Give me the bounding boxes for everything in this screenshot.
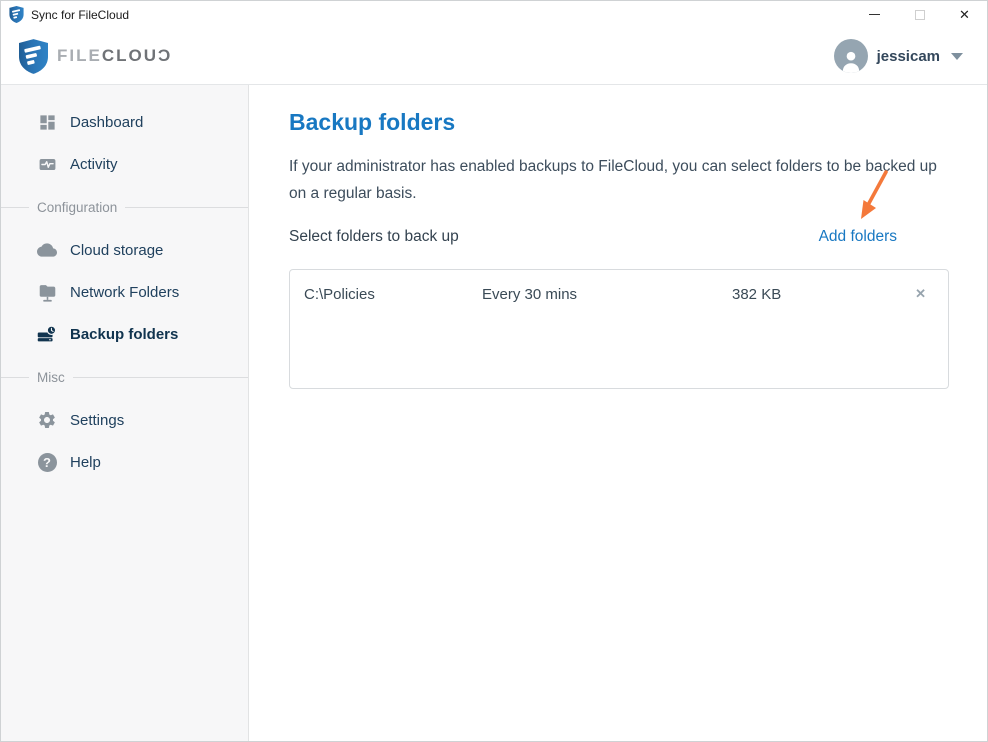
user-name: jessicam xyxy=(877,48,940,65)
chevron-down-icon xyxy=(951,53,963,60)
remove-backup-button[interactable]: ✕ xyxy=(913,284,934,304)
help-icon: ? xyxy=(37,452,57,472)
sidebar-item-label: Dashboard xyxy=(70,114,143,131)
sidebar-item-network-folders[interactable]: Network Folders xyxy=(1,271,248,313)
minimize-button[interactable] xyxy=(852,1,897,28)
sidebar-item-help[interactable]: ? Help xyxy=(1,441,248,483)
sidebar-item-label: Settings xyxy=(70,412,124,429)
sidebar-item-dashboard[interactable]: Dashboard xyxy=(1,101,248,143)
select-folders-label: Select folders to back up xyxy=(289,228,459,246)
page-description: If your administrator has enabled backup… xyxy=(289,153,949,207)
sidebar-item-settings[interactable]: Settings xyxy=(1,399,248,441)
sidebar-item-label: Backup folders xyxy=(70,326,178,343)
page-title: Backup folders xyxy=(289,109,949,136)
sidebar-item-label: Cloud storage xyxy=(70,242,163,259)
backup-row: C:\Policies Every 30 mins 382 KB ✕ xyxy=(290,270,948,304)
sidebar-item-label: Help xyxy=(70,454,101,471)
add-folders-link[interactable]: Add folders xyxy=(819,228,897,246)
person-icon xyxy=(838,47,864,73)
maximize-icon xyxy=(915,10,925,20)
title-bar: Sync for FileCloud ✕ xyxy=(1,1,987,28)
backup-frequency: Every 30 mins xyxy=(482,286,732,303)
close-button[interactable]: ✕ xyxy=(942,1,987,28)
activity-icon xyxy=(37,154,57,174)
app-window: Sync for FileCloud ✕ FILECLOUƆ jessicam xyxy=(0,0,988,742)
main-content: Backup folders If your administrator has… xyxy=(249,85,988,741)
sidebar-item-label: Network Folders xyxy=(70,284,179,301)
select-folders-row: Select folders to back up Add folders xyxy=(289,228,949,246)
sidebar: Dashboard Activity Configuration Cloud s… xyxy=(1,85,249,741)
sidebar-section-misc: Misc xyxy=(1,358,248,396)
brand-text: FILECLOUƆ xyxy=(57,46,172,66)
window-title: Sync for FileCloud xyxy=(31,8,129,22)
app-shield-icon xyxy=(9,6,24,23)
network-folder-icon xyxy=(37,282,57,302)
app-header: FILECLOUƆ jessicam xyxy=(1,28,987,85)
close-icon: ✕ xyxy=(959,8,970,21)
sidebar-item-cloud-storage[interactable]: Cloud storage xyxy=(1,229,248,271)
backup-path: C:\Policies xyxy=(304,286,482,303)
cloud-icon xyxy=(37,240,57,260)
sidebar-item-backup-folders[interactable]: Backup folders xyxy=(1,313,248,355)
dashboard-icon xyxy=(37,112,57,132)
gear-icon xyxy=(37,410,57,430)
avatar xyxy=(834,39,868,73)
filecloud-shield-icon xyxy=(19,39,48,74)
backup-size: 382 KB xyxy=(732,286,913,303)
backup-folders-panel: C:\Policies Every 30 mins 382 KB ✕ xyxy=(289,269,949,389)
filecloud-logo: FILECLOUƆ xyxy=(19,39,172,74)
sidebar-section-configuration: Configuration xyxy=(1,188,248,226)
backup-drive-clock-icon xyxy=(37,324,57,344)
sidebar-item-activity[interactable]: Activity xyxy=(1,143,248,185)
user-menu[interactable]: jessicam xyxy=(834,39,963,73)
sidebar-item-label: Activity xyxy=(70,156,118,173)
minimize-icon xyxy=(869,14,880,16)
maximize-button[interactable] xyxy=(897,1,942,28)
